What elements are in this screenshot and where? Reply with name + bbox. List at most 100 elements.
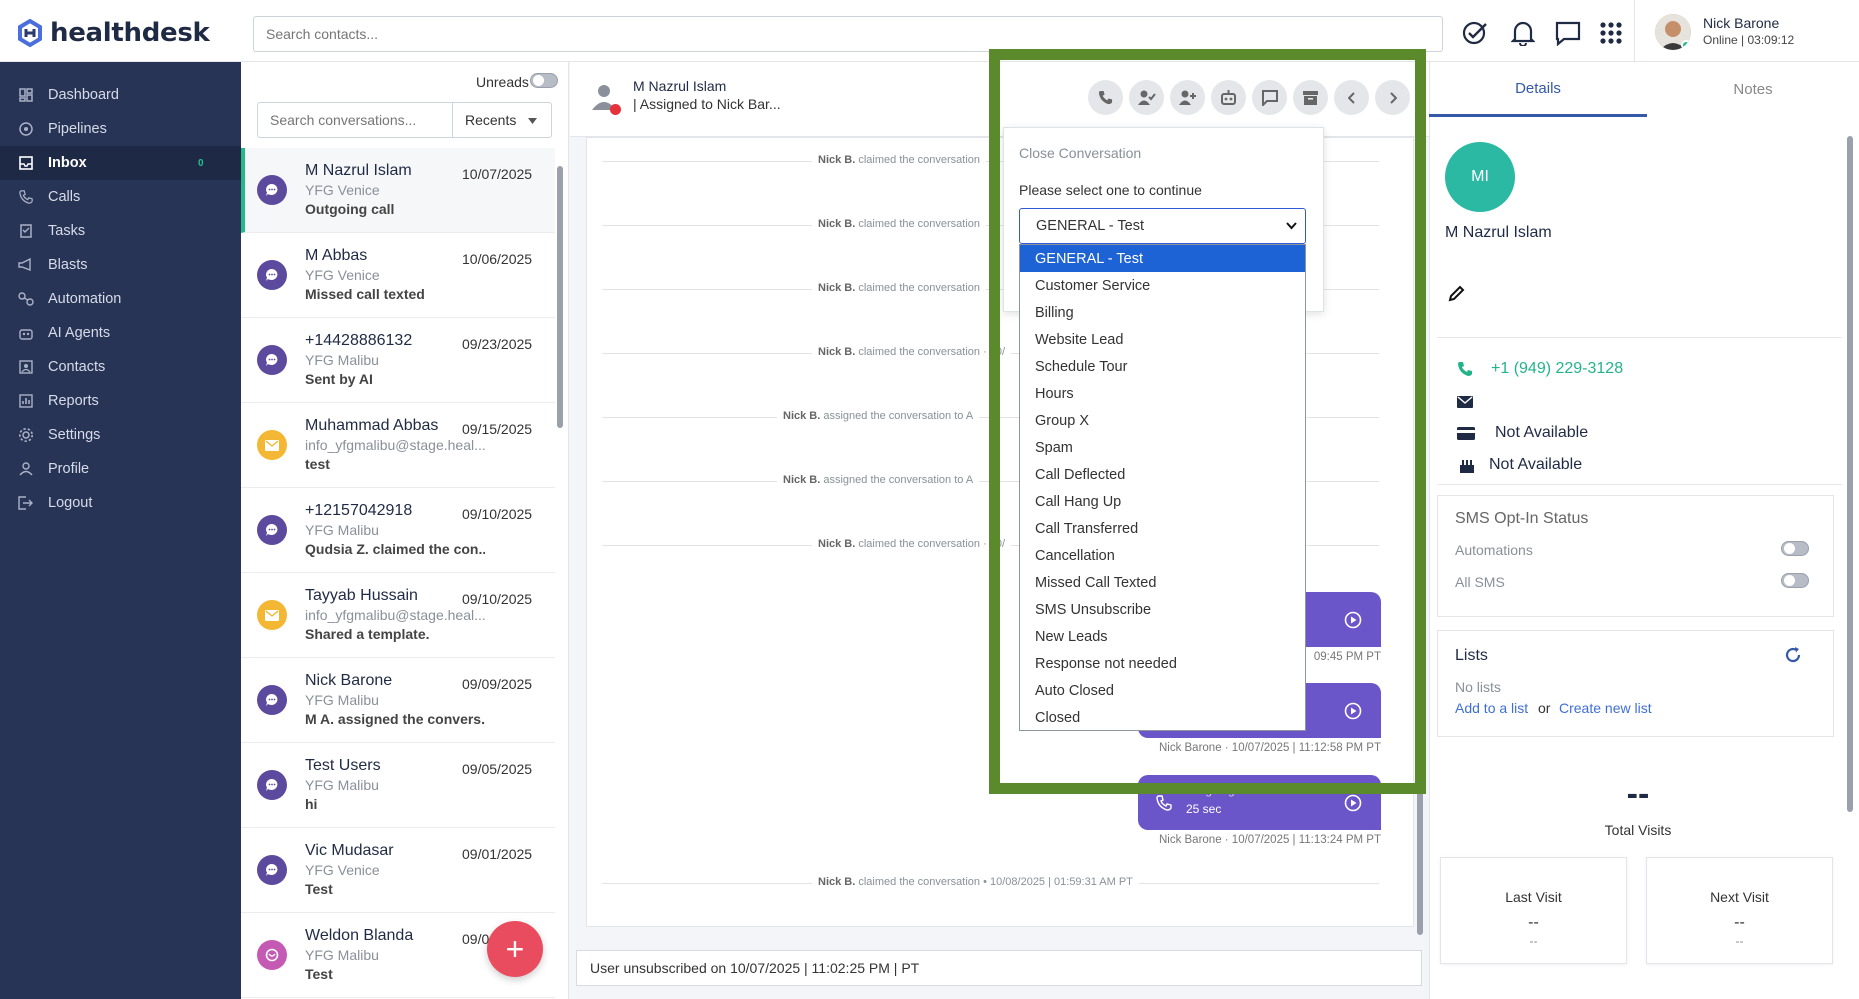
ai-action-button[interactable] xyxy=(1211,80,1246,115)
close-reason-option[interactable]: Website Lead xyxy=(1020,326,1305,353)
automations-toggle[interactable] xyxy=(1781,541,1809,556)
contact-search-input[interactable] xyxy=(253,16,1443,52)
close-reason-option[interactable]: Auto Closed xyxy=(1020,677,1305,704)
call-action-button[interactable] xyxy=(1088,80,1123,115)
sidebar-item-ai-agents[interactable]: AI Agents xyxy=(0,316,241,350)
close-reason-option[interactable]: SMS Unsubscribe xyxy=(1020,596,1305,623)
total-visits-value: -- xyxy=(1626,775,1650,813)
robot-icon xyxy=(18,325,34,341)
user-avatar[interactable] xyxy=(1655,14,1691,50)
previous-button[interactable] xyxy=(1334,80,1369,115)
sidebar-item-pipelines[interactable]: Pipelines xyxy=(0,112,241,146)
claim-action-button[interactable] xyxy=(1129,80,1164,115)
assign-action-button[interactable] xyxy=(1170,80,1205,115)
unreads-toggle[interactable] xyxy=(530,73,558,88)
details-scrollbar[interactable] xyxy=(1846,120,1854,990)
close-reason-option[interactable]: Billing xyxy=(1020,299,1305,326)
next-visit-value: -- xyxy=(1734,914,1745,931)
recents-dropdown[interactable]: Recents xyxy=(452,102,552,138)
user-plus-icon xyxy=(1178,90,1196,105)
conversation-location: YFG Malibu xyxy=(305,947,379,963)
close-reason-option[interactable]: Schedule Tour xyxy=(1020,353,1305,380)
edit-pencil-icon[interactable] xyxy=(1448,284,1466,302)
conversation-list-scrollbar[interactable] xyxy=(556,148,564,988)
sidebar-item-dashboard[interactable]: Dashboard xyxy=(0,78,241,112)
lists-title: Lists xyxy=(1455,647,1488,664)
close-reason-select[interactable]: GENERAL - Test xyxy=(1019,208,1306,244)
sidebar-item-tasks[interactable]: Tasks xyxy=(0,214,241,248)
chat-bubble-icon[interactable] xyxy=(1553,18,1583,48)
refresh-icon[interactable] xyxy=(1784,646,1802,664)
conversation-item[interactable]: M Nazrul Islam 10/07/2025 YFG Venice Outgoi… xyxy=(241,148,555,233)
conversation-item[interactable]: Tayyab Hussain 09/10/2025 info_yfgmalibu@s… xyxy=(241,573,555,658)
sidebar-item-label: Calls xyxy=(48,189,81,205)
close-reason-option[interactable]: GENERAL - Test xyxy=(1020,245,1305,272)
conversation-item[interactable]: M Abbas 10/06/2025 YFG Venice Missed call t… xyxy=(241,233,555,318)
play-circle-icon[interactable] xyxy=(1344,702,1362,720)
conversation-item[interactable]: Muhammad Abbas 09/15/2025 info_yfgmalibu@s… xyxy=(241,403,555,488)
create-list-link[interactable]: Create new list xyxy=(1559,700,1652,716)
chat-scrollbar[interactable] xyxy=(1416,137,1424,937)
conversation-item[interactable]: +12157042918 09/10/2025 YFG Malibu Qudsia Z… xyxy=(241,488,555,573)
close-reason-option[interactable]: Hours xyxy=(1020,380,1305,407)
play-circle-icon[interactable] xyxy=(1344,794,1362,812)
call-message-bubble[interactable]: Outgoing call 25 sec xyxy=(1138,775,1381,830)
event-text: claimed the conversation xyxy=(858,218,981,230)
phone-row[interactable]: +1 (949) 229-3128 xyxy=(1457,360,1623,378)
sidebar-item-inbox[interactable]: Inbox 0 xyxy=(0,146,241,180)
sidebar-item-reports[interactable]: Reports xyxy=(0,384,241,418)
play-circle-icon[interactable] xyxy=(1344,611,1362,629)
close-reason-option[interactable]: Response not needed xyxy=(1020,650,1305,677)
close-reason-option[interactable]: Customer Service xyxy=(1020,272,1305,299)
conversation-item[interactable]: Nick Barone 09/09/2025 YFG Malibu M A. assi… xyxy=(241,658,555,743)
new-conversation-button[interactable]: + xyxy=(487,921,543,977)
logo[interactable]: healthdesk xyxy=(16,18,210,48)
sidebar-item-blasts[interactable]: Blasts xyxy=(0,248,241,282)
close-reason-option[interactable]: Cancellation xyxy=(1020,542,1305,569)
event-actor: Nick B. xyxy=(783,410,821,422)
conversation-search-input[interactable] xyxy=(257,102,453,138)
conversation-name: +14428886132 xyxy=(305,332,413,349)
sidebar-item-calls[interactable]: Calls xyxy=(0,180,241,214)
scrollbar-thumb[interactable] xyxy=(1417,145,1423,935)
close-reason-option[interactable]: Spam xyxy=(1020,434,1305,461)
sidebar-item-label: AI Agents xyxy=(48,325,111,341)
sidebar-item-contacts[interactable]: Contacts xyxy=(0,350,241,384)
contact-initials-avatar: MI xyxy=(1445,142,1515,212)
all-sms-label: All SMS xyxy=(1455,574,1505,590)
all-sms-toggle[interactable] xyxy=(1781,573,1809,588)
conversation-item[interactable]: Vic Mudasar 09/01/2025 YFG Venice Test xyxy=(241,828,555,913)
bell-icon[interactable] xyxy=(1508,18,1538,48)
scrollbar-thumb[interactable] xyxy=(557,166,563,428)
close-conversation-button[interactable] xyxy=(1293,80,1328,115)
close-reason-option[interactable]: Missed Call Texted xyxy=(1020,569,1305,596)
close-reason-option[interactable]: Call Transferred xyxy=(1020,515,1305,542)
template-action-button[interactable] xyxy=(1252,80,1287,115)
task-check-icon[interactable] xyxy=(1460,18,1490,48)
add-to-list-link[interactable]: Add to a list xyxy=(1455,700,1528,716)
sidebar-item-profile[interactable]: Profile xyxy=(0,452,241,486)
divider xyxy=(1437,337,1842,338)
next-button[interactable] xyxy=(1375,80,1410,115)
close-reason-option[interactable]: Call Deflected xyxy=(1020,461,1305,488)
unreads-label: Unreads xyxy=(476,74,529,90)
sidebar-item-automation[interactable]: Automation xyxy=(0,282,241,316)
conversation-location: YFG Venice xyxy=(305,862,380,878)
close-reason-option[interactable]: New Leads xyxy=(1020,623,1305,650)
conversation-item[interactable]: Test Users 09/05/2025 YFG Malibu hi xyxy=(241,743,555,828)
tab-details[interactable]: Details xyxy=(1429,62,1647,117)
close-reason-option[interactable]: Call Hang Up xyxy=(1020,488,1305,515)
conversation-last-message: Outgoing call xyxy=(305,201,395,217)
system-event: Nick B. claimed the conversation · 10/ xyxy=(812,346,1012,358)
scrollbar-thumb[interactable] xyxy=(1847,136,1853,812)
message-composer[interactable]: User unsubscribed on 10/07/2025 | 11:02:… xyxy=(576,950,1422,986)
close-reason-option[interactable]: Closed xyxy=(1020,704,1305,731)
apps-grid-icon[interactable] xyxy=(1596,18,1626,48)
sidebar-item-logout[interactable]: Logout xyxy=(0,486,241,520)
conversation-item[interactable]: +14428886132 09/23/2025 YFG Malibu Sent by … xyxy=(241,318,555,403)
sidebar-item-settings[interactable]: Settings xyxy=(0,418,241,452)
event-actor: Nick B. xyxy=(818,282,856,294)
tab-notes[interactable]: Notes xyxy=(1647,62,1859,117)
phone-icon xyxy=(1156,795,1172,811)
close-reason-option[interactable]: Group X xyxy=(1020,407,1305,434)
